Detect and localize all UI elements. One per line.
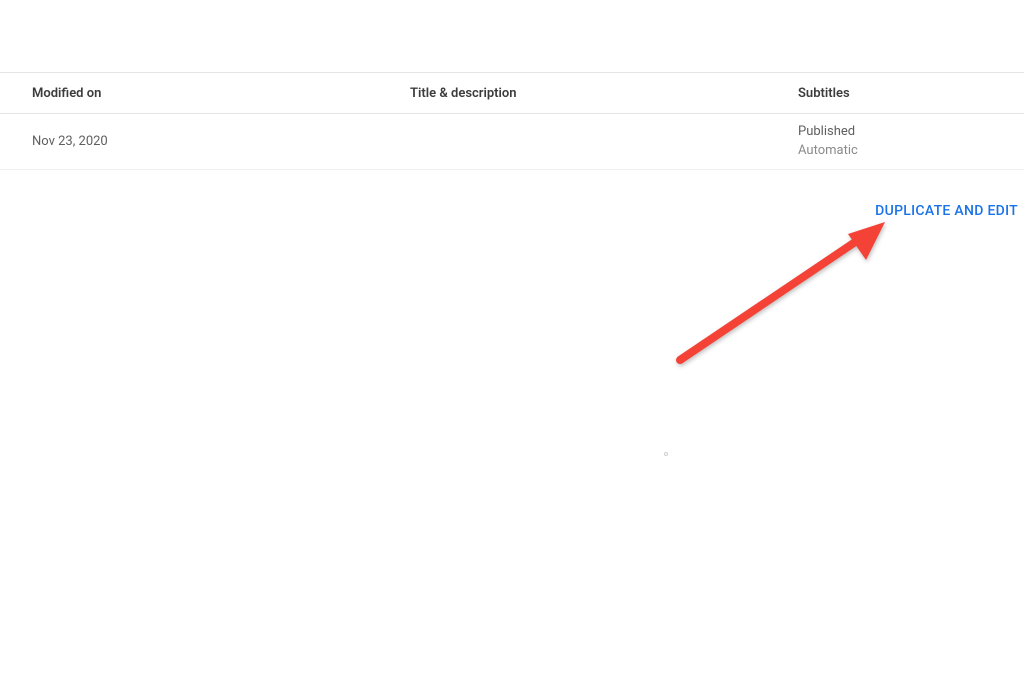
annotation-arrow-icon xyxy=(670,212,900,372)
decorative-dot xyxy=(664,452,668,456)
column-header-subtitles: Subtitles xyxy=(798,86,1024,101)
duplicate-and-edit-button[interactable]: Duplicate and Edit xyxy=(875,203,1018,219)
cell-modified-on: Nov 23, 2020 xyxy=(32,134,410,149)
column-header-title: Title & description xyxy=(410,86,798,101)
column-header-modified: Modified on xyxy=(32,86,410,101)
subtitles-source: Automatic xyxy=(798,142,1024,160)
subtitles-table: Modified on Title & description Subtitle… xyxy=(0,72,1024,170)
table-row[interactable]: Nov 23, 2020 Published Automatic xyxy=(0,114,1024,170)
subtitles-status: Published xyxy=(798,123,1024,141)
cell-subtitles: Published Automatic xyxy=(798,123,1024,159)
row-action: Duplicate and Edit xyxy=(875,200,1018,219)
table-header-row: Modified on Title & description Subtitle… xyxy=(0,72,1024,114)
